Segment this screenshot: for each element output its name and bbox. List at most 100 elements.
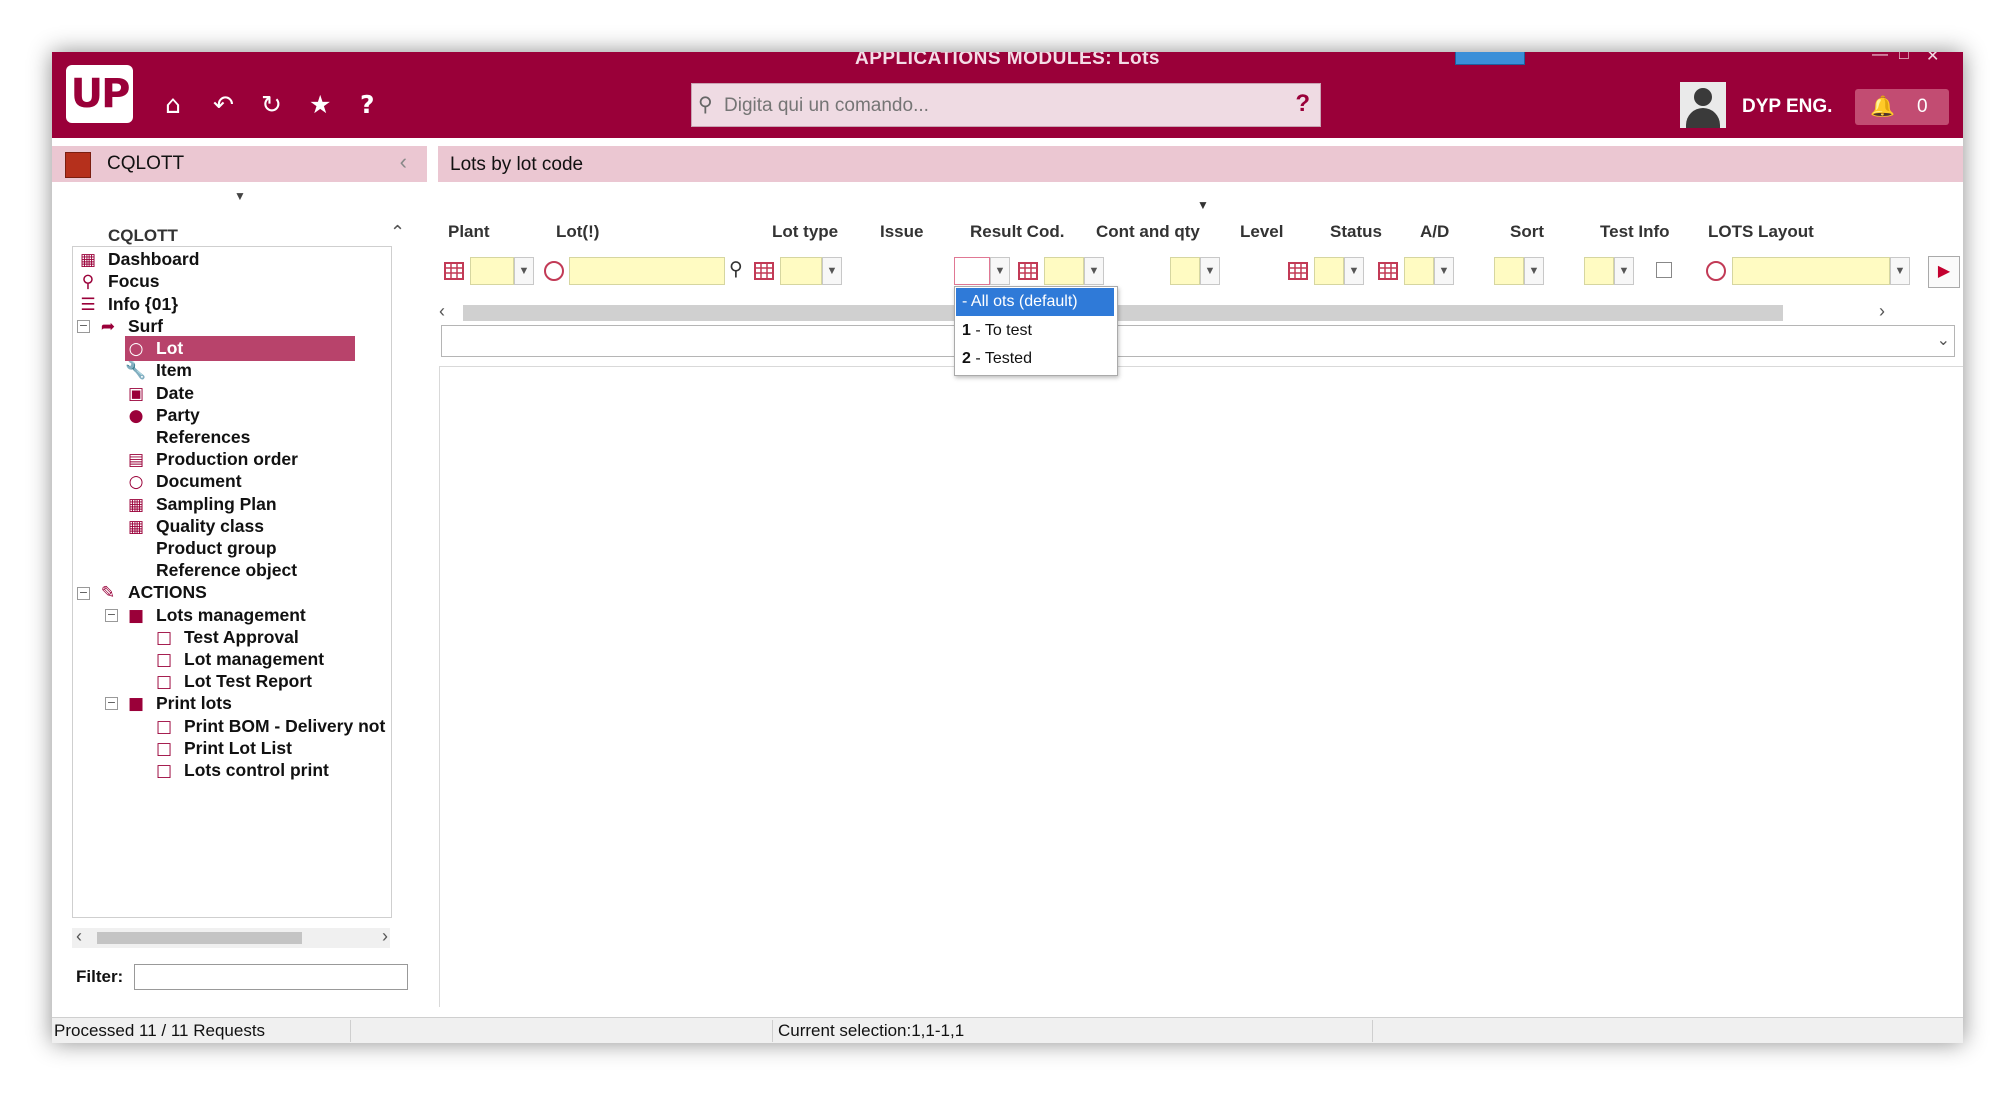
- tree-item-lots-control-print[interactable]: □ Lots control print: [153, 758, 332, 783]
- tree-item-print-lots[interactable]: ■ Print lots: [125, 691, 235, 716]
- tree-expander-actions[interactable]: −: [77, 587, 90, 600]
- wrench-icon: 🔧: [125, 361, 147, 381]
- close-icon[interactable]: ✕: [1926, 52, 1939, 66]
- circle-icon[interactable]: [1706, 261, 1726, 281]
- lot-type-dropdown[interactable]: ▼: [822, 257, 842, 285]
- user-name[interactable]: DYP ENG.: [1742, 96, 1832, 118]
- tree-vertical-scrollbar[interactable]: ⌃ ⌄: [391, 247, 392, 897]
- sort-dropdown[interactable]: ▼: [1614, 257, 1634, 285]
- window-title: APPLICATIONS MODULES: Lots: [854, 52, 1161, 69]
- star-icon[interactable]: ★: [309, 90, 331, 119]
- chevron-down-icon[interactable]: ⌄: [1937, 330, 1950, 350]
- circle-icon: ○: [128, 472, 144, 492]
- notifications-button[interactable]: 🔔 0: [1855, 89, 1949, 125]
- plant-dropdown[interactable]: ▼: [514, 257, 534, 285]
- filter-input[interactable]: [134, 964, 408, 990]
- search-icon: ⚲: [81, 272, 95, 292]
- command-help-button[interactable]: ?: [1295, 90, 1310, 118]
- app-logo[interactable]: UP: [66, 65, 133, 123]
- avatar-head: [1694, 88, 1712, 106]
- ad-dropdown[interactable]: ▼: [1524, 257, 1544, 285]
- tree-expander-print-lots[interactable]: −: [105, 697, 118, 710]
- result-cod-dropdown[interactable]: ▼: [1084, 257, 1104, 285]
- scroll-left-icon[interactable]: ‹: [439, 301, 445, 322]
- command-input[interactable]: [722, 90, 1286, 122]
- nav-header-title: CQLOTT: [107, 153, 185, 174]
- window-tab-indicator: [1455, 52, 1525, 65]
- circle-icon[interactable]: [544, 261, 564, 281]
- help-icon[interactable]: ?: [360, 90, 375, 119]
- maximize-icon[interactable]: □: [1899, 52, 1909, 64]
- tree-item-focus[interactable]: ⚲ Focus: [77, 269, 163, 294]
- level-input[interactable]: [1314, 257, 1344, 285]
- tree-horizontal-scrollbar[interactable]: ‹ ›: [72, 926, 390, 948]
- folder-icon: ■: [127, 606, 145, 626]
- lot-input[interactable]: [569, 257, 725, 285]
- list-icon: ☰: [80, 295, 96, 315]
- nav-header: CQLOTT ‹: [52, 146, 427, 182]
- lots-layout-input[interactable]: [1732, 257, 1890, 285]
- nav-dropdown-arrow-icon[interactable]: ▼: [234, 189, 246, 203]
- result-cod-input[interactable]: [1044, 257, 1084, 285]
- status-dropdown[interactable]: ▼: [1434, 257, 1454, 285]
- module-icon: [65, 152, 91, 178]
- issue-option-to-test[interactable]: 1 - To test: [956, 317, 1114, 345]
- grid-icon[interactable]: [1018, 261, 1038, 281]
- fields-horizontal-scrollbar[interactable]: ‹ ›: [439, 301, 1906, 323]
- run-button[interactable]: ▶: [1928, 256, 1960, 288]
- grid-icon[interactable]: [1378, 261, 1398, 281]
- scroll-thumb[interactable]: [97, 932, 302, 944]
- undo-icon[interactable]: ↶: [213, 90, 234, 119]
- plant-input[interactable]: [470, 257, 514, 285]
- tree-item-reference-object[interactable]: Reference object: [125, 558, 300, 582]
- filter-label: Filter:: [76, 967, 124, 986]
- tree-item-document[interactable]: ○ Document: [125, 469, 245, 494]
- label-sort: Sort: [1510, 222, 1544, 241]
- status-selection: Current selection:1,1-1,1: [778, 1021, 965, 1040]
- tree-item-references[interactable]: References: [125, 425, 253, 449]
- collapse-pane-icon[interactable]: ‹: [400, 149, 407, 175]
- issue-option-tested[interactable]: 2 - Tested: [956, 345, 1114, 373]
- issue-dropdown[interactable]: ▼: [990, 257, 1010, 285]
- user-avatar[interactable]: [1680, 82, 1726, 128]
- grid-icon[interactable]: [754, 261, 774, 281]
- minimize-icon[interactable]: —: [1872, 52, 1888, 64]
- cont-qty-input[interactable]: [1170, 257, 1200, 285]
- scroll-right-icon[interactable]: ›: [382, 926, 388, 947]
- result-area: [439, 366, 1963, 1007]
- result-combo[interactable]: ⌄: [441, 325, 1955, 357]
- main-pane: Lots by lot code ▼ Plant Lot(!) Lot type…: [438, 138, 1963, 1007]
- label-issue: Issue: [880, 222, 924, 241]
- scroll-thumb[interactable]: [463, 305, 1783, 321]
- lot-type-input[interactable]: [780, 257, 822, 285]
- status-separator: [350, 1020, 351, 1042]
- refresh-icon[interactable]: ↻: [261, 90, 282, 119]
- issue-select[interactable]: [954, 257, 990, 285]
- grid-icon[interactable]: [1288, 261, 1308, 281]
- ad-input[interactable]: [1494, 257, 1524, 285]
- tree-expander-surf[interactable]: −: [77, 320, 90, 333]
- sort-input[interactable]: [1584, 257, 1614, 285]
- issue-options-popup: - All ots (default) 1 - To test 2 - Test…: [954, 286, 1118, 376]
- lot-search-icon[interactable]: ⚲: [729, 258, 743, 280]
- tree-item-actions[interactable]: ✎ ACTIONS: [97, 580, 210, 605]
- status-input[interactable]: [1404, 257, 1434, 285]
- tree-item-item[interactable]: 🔧 Item: [125, 358, 195, 383]
- cont-qty-dropdown[interactable]: ▼: [1200, 257, 1220, 285]
- command-bar: ⚲ ?: [691, 83, 1321, 127]
- lots-layout-dropdown[interactable]: ▼: [1890, 257, 1910, 285]
- issue-option-all[interactable]: - All ots (default): [956, 288, 1114, 316]
- scroll-left-icon[interactable]: ‹: [76, 926, 82, 947]
- home-icon[interactable]: ⌂: [165, 90, 181, 119]
- tree-item-product-group[interactable]: Product group: [125, 536, 280, 560]
- label-plant: Plant: [448, 222, 490, 241]
- folder-icon: ■: [127, 694, 145, 714]
- grid-icon[interactable]: [444, 261, 464, 281]
- test-info-checkbox[interactable]: [1656, 262, 1672, 278]
- tree-collapse-icon[interactable]: ⌃: [390, 222, 405, 243]
- tree-expander-lots-management[interactable]: −: [105, 609, 118, 622]
- label-cont-qty: Cont and qty: [1096, 222, 1200, 241]
- scroll-right-icon[interactable]: ›: [1879, 301, 1885, 322]
- level-dropdown[interactable]: ▼: [1344, 257, 1364, 285]
- main-dropdown-arrow-icon[interactable]: ▼: [1197, 198, 1209, 212]
